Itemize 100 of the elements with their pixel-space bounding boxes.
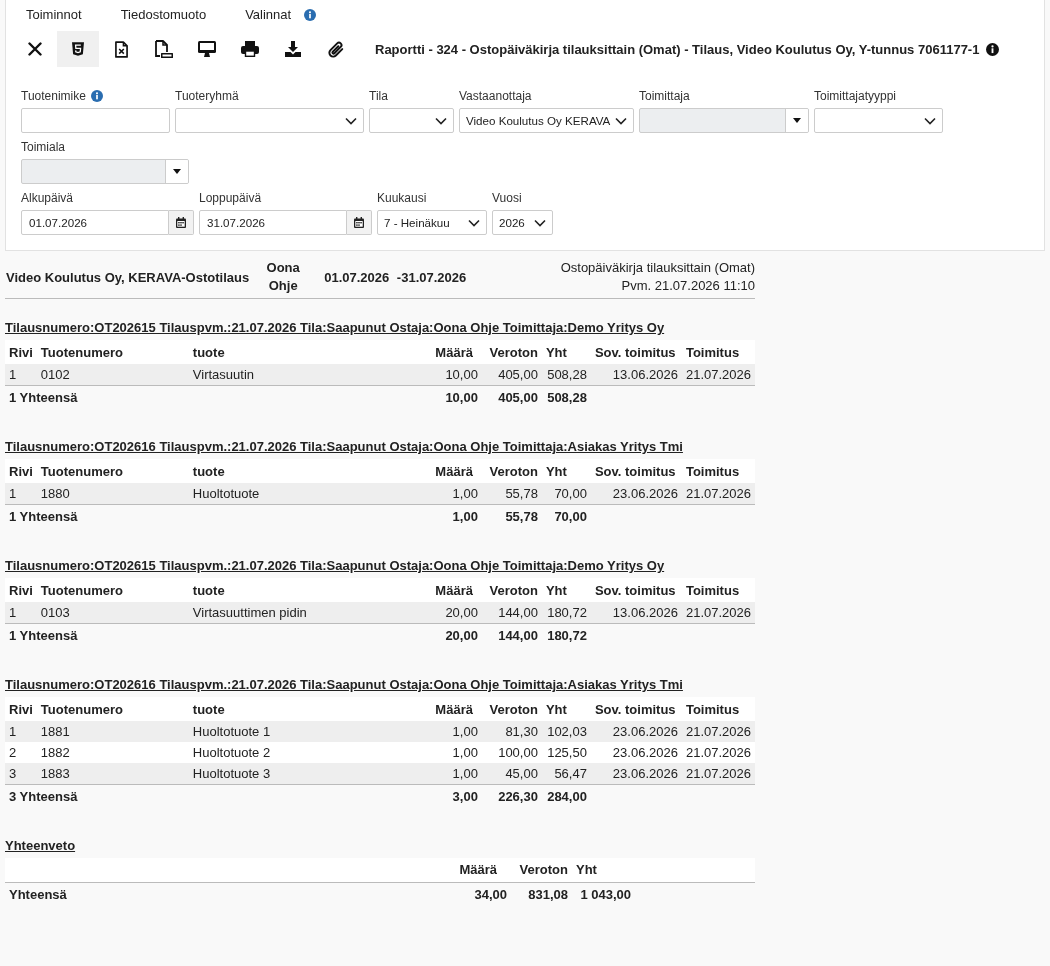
column-header: Toimitus xyxy=(681,578,755,602)
column-header: Tuotenumero xyxy=(36,340,189,364)
total-cell: 10,00 xyxy=(426,385,482,409)
total-cell: 55,78 xyxy=(481,504,542,528)
total-cell: 144,00 xyxy=(481,623,542,647)
table-cell: 55,78 xyxy=(481,483,542,504)
file-x-icon xyxy=(114,40,128,58)
table-cell: 70,00 xyxy=(541,483,591,504)
table-cell: 20,00 xyxy=(426,602,482,623)
column-header: Yht xyxy=(541,340,591,364)
table-cell: 10,00 xyxy=(426,364,482,385)
table-cell: 21.07.2026 xyxy=(681,742,755,763)
table-cell: 3 xyxy=(5,763,37,784)
field-label: Alkupäivä xyxy=(21,191,74,205)
dropdown[interactable]: 2026 xyxy=(492,210,553,235)
column-header: Veroton xyxy=(511,858,572,882)
field-label: Kuukausi xyxy=(377,191,427,205)
chevron-down-icon xyxy=(924,116,936,125)
column-header: Rivi xyxy=(5,697,37,721)
column-header: tuote xyxy=(188,340,427,364)
field-label: Toimiala xyxy=(21,140,65,154)
field-label: Toimittajatyyppi xyxy=(814,89,897,103)
column-header: Määrä xyxy=(426,697,482,721)
dropdown[interactable]: 7 - Heinäkuu xyxy=(377,210,487,235)
buyer-name: Oona Ohje xyxy=(265,259,301,295)
column-header: Sov. toimitus xyxy=(590,578,682,602)
total-cell: 70,00 xyxy=(541,504,591,528)
column-header: tuote xyxy=(188,578,427,602)
table-cell: 1880 xyxy=(36,483,189,504)
order-heading: Tilausnumero:OT202615 Tilauspvm.:21.07.2026 Tila:Saapunut Ostaja:Oona Ohje Toimittaja:Demo Yritys Oy xyxy=(5,320,665,336)
column-header: Veroton xyxy=(481,340,542,364)
menu-item[interactable]: Valinnat xyxy=(245,7,292,23)
close-icon xyxy=(28,42,42,56)
column-header: Rivi xyxy=(5,459,37,483)
table-cell: Virtasuuttimen pidin xyxy=(188,602,427,623)
total-cell: 34,00 xyxy=(450,882,511,906)
total-cell: 3,00 xyxy=(426,784,482,808)
field-label: Toimittaja xyxy=(639,89,690,103)
caret-down-icon xyxy=(173,169,181,174)
field-label: Loppupäivä xyxy=(199,191,262,205)
caret-down-icon xyxy=(793,118,801,123)
chevron-down-icon xyxy=(534,218,546,227)
table-cell: 1,00 xyxy=(426,721,482,742)
table-cell: 21.07.2026 xyxy=(681,721,755,742)
field-label: Tuoteryhmä xyxy=(175,89,239,103)
printer-icon xyxy=(241,41,259,57)
total-cell: 1 043,00 xyxy=(572,882,635,906)
total-cell: 1,00 xyxy=(426,504,482,528)
field-label: Vastaanottaja xyxy=(459,89,532,103)
table-cell: 21.07.2026 xyxy=(681,364,755,385)
column-header: Yht xyxy=(541,459,591,483)
table-cell: 100,00 xyxy=(481,742,542,763)
order-heading: Tilausnumero:OT202615 Tilauspvm.:21.07.2026 Tila:Saapunut Ostaja:Oona Ohje Toimittaja:Demo Yritys Oy xyxy=(5,558,665,574)
table-cell: 144,00 xyxy=(481,602,542,623)
paperclip-icon xyxy=(328,40,344,58)
column-header: Toimitus xyxy=(681,459,755,483)
table-cell: 13.06.2026 xyxy=(590,364,682,385)
table-cell: 125,50 xyxy=(541,742,591,763)
total-label: 1 Yhteensä xyxy=(9,508,78,524)
table-cell: 1 xyxy=(5,364,37,385)
table-cell: 1 xyxy=(5,483,37,504)
column-header: Määrä xyxy=(426,459,482,483)
date-field[interactable]: 31.07.2026 xyxy=(199,210,347,235)
total-cell: 20,00 xyxy=(426,623,482,647)
text-field[interactable] xyxy=(21,108,170,133)
dropdown[interactable]: Video Koulutus Oy KERAVA xyxy=(459,108,634,133)
table-cell: 1883 xyxy=(36,763,189,784)
table-cell: 23.06.2026 xyxy=(590,721,682,742)
column-header: Toimitus xyxy=(681,340,755,364)
table-cell: 45,00 xyxy=(481,763,542,784)
column-header: Sov. toimitus xyxy=(590,459,682,483)
table-cell: Huoltotuote 3 xyxy=(188,763,427,784)
table-cell: 1,00 xyxy=(426,742,482,763)
calendar-button[interactable] xyxy=(169,210,194,235)
table-cell: 0102 xyxy=(36,364,189,385)
chevron-down-icon xyxy=(345,116,357,125)
column-header: Määrä xyxy=(450,858,511,882)
info-icon xyxy=(986,42,1000,56)
html-export-button[interactable] xyxy=(57,31,99,67)
date-field[interactable]: 01.07.2026 xyxy=(21,210,169,235)
table-cell: 23.06.2026 xyxy=(590,483,682,504)
column-header: Yht xyxy=(572,858,635,882)
shield-icon xyxy=(72,42,84,56)
table-cell: Huoltotuote xyxy=(188,483,427,504)
column-header: Yht xyxy=(541,578,591,602)
table-cell: 2 xyxy=(5,742,37,763)
total-cell: 180,72 xyxy=(541,623,591,647)
menu-item[interactable]: Tiedostomuoto xyxy=(120,7,207,23)
menu-item[interactable]: Toiminnot xyxy=(26,7,82,23)
column-header: Määrä xyxy=(426,578,482,602)
table-cell: 1,00 xyxy=(426,483,482,504)
column-header: Rivi xyxy=(5,340,37,364)
calendar-button[interactable] xyxy=(347,210,372,235)
table-cell: 21.07.2026 xyxy=(681,483,755,504)
column-header: Tuotenumero xyxy=(36,459,189,483)
table-cell: 81,30 xyxy=(481,721,542,742)
table-cell: 56,47 xyxy=(541,763,591,784)
table-cell: 180,72 xyxy=(541,602,591,623)
summary-heading: Yhteenveto xyxy=(5,838,76,854)
company-name: Video Koulutus Oy, KERAVA-Ostotilaus xyxy=(5,269,250,285)
